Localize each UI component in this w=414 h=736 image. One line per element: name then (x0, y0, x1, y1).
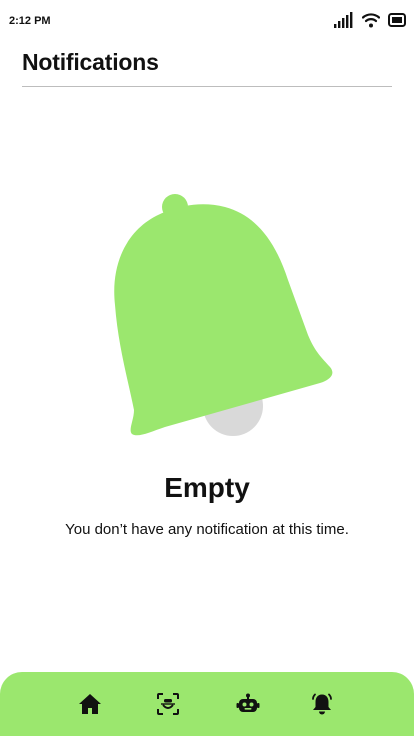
face-scan-icon (157, 693, 179, 715)
header: Notifications (22, 46, 392, 87)
status-icons (334, 10, 406, 30)
robot-icon (236, 693, 260, 712)
battery-icon (388, 12, 406, 28)
nav-face-scan-button[interactable] (154, 690, 182, 718)
home-icon (79, 694, 101, 714)
signal-icon (334, 12, 354, 28)
page-title: Notifications (22, 49, 159, 75)
wifi-icon (362, 12, 380, 28)
nav-home-button[interactable] (76, 690, 104, 718)
nav-notifications-button[interactable] (308, 690, 336, 718)
status-bar: 2:12 PM (0, 0, 414, 40)
empty-title: Empty (164, 472, 250, 503)
empty-message: You don’t have any notification at this … (65, 521, 349, 538)
nav-robot-button[interactable] (234, 690, 262, 718)
bell-icon (114, 194, 333, 436)
status-time: 2:12 PM (9, 15, 51, 27)
bell-icon (312, 693, 332, 715)
bottom-nav (0, 672, 414, 736)
empty-illustration (100, 186, 340, 446)
